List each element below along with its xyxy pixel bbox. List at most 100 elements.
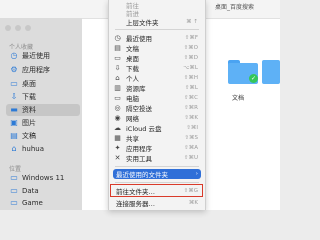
menu-item-icloud[interactable]: ☁ iCloud 云盘 ⇧⌘I [113,123,201,133]
menu-item-recent-folders[interactable]: 最近使用的文件夹 › [113,169,201,179]
menu-item-airdrop[interactable]: ◎ 隔空投送 ⇧⌘R [113,103,201,113]
menu-item-label: 文稿 [126,45,139,53]
shortcut-label: ⇧⌘R [184,105,198,111]
menu-item-label: 应用程序 [126,145,152,153]
menu-item-computer[interactable]: ▭ 电脑 ⇧⌘C [113,93,201,103]
desktop-icon: ▭ [10,79,18,88]
sidebar-item-downloads[interactable]: ⇩ 下载 [6,91,80,103]
menu-item-enclosing-folder[interactable]: 上层文件夹 ⌘ ↑ [113,17,201,27]
photo-icon: ▣ [10,118,18,127]
annotation-highlight-box [110,184,203,197]
sidebar-item-label: 图片 [22,119,36,127]
home-icon: ⌂ [115,74,120,82]
disk-icon: ▭ [10,198,18,207]
shortcut-label: ⇧⌘D [183,55,198,61]
sidebar-item-documents[interactable]: ▤ 文稿 [6,130,80,142]
sidebar-item-game[interactable]: ▭ Game [6,197,80,209]
minimize-button[interactable] [15,25,21,31]
menu-item-network[interactable]: ◉ 网络 ⇧⌘K [113,113,201,123]
sidebar-item-windows11[interactable]: ▭ Windows 11 [6,172,80,184]
menu-item-label: 最近使用的文件夹 [116,171,168,179]
computer-icon: ▭ [114,94,121,102]
sidebar-item-label: Data [22,187,39,195]
menu-item-library[interactable]: ▥ 资源库 ⇧⌘L [113,83,201,93]
menu-item-label: 资源库 [126,85,146,93]
menu-item-label: iCloud 云盘 [126,125,162,133]
disk-icon: ▭ [10,186,18,195]
shortcut-label: ⇧⌘O [183,45,198,51]
apps-icon: ⚙ [10,65,18,74]
sidebar-item-label: huhua [22,145,45,153]
partial-folder-icon[interactable] [262,60,280,84]
path-title: 桌面_百度搜索 [215,4,255,11]
menu-item-desktop[interactable]: ▭ 桌面 ⇧⌘D [113,53,201,63]
sidebar-item-label: 文稿 [22,132,36,140]
shortcut-label: ⇧⌘L [184,85,198,91]
sidebar-item-label: 下载 [22,93,36,101]
menu-item-label: 共享 [126,135,139,143]
sidebar-item-label: 桌面 [22,80,36,88]
shortcut-label: ⇧⌘S [184,135,198,141]
download-icon: ⇩ [10,92,18,101]
shortcut-label: ⇧⌘C [184,95,198,101]
sidebar-item-files[interactable]: ▬ 资料 [6,104,80,116]
shared-icon: ▦ [114,134,121,142]
menu-item-recents[interactable]: ◷ 最近使用 ⇧⌘F [113,33,201,43]
sidebar-item-label: Game [22,199,43,207]
sidebar-item-pictures[interactable]: ▣ 图片 [6,117,80,129]
menu-item-documents[interactable]: ▤ 文稿 ⇧⌘O [113,43,201,53]
menu-item-utilities[interactable]: ✕ 实用工具 ⇧⌘U [113,153,201,163]
shortcut-label: ⌘K [188,200,198,206]
menu-item-label: 最近使用 [126,35,152,43]
folder-icon[interactable]: ✓ [228,60,258,84]
checkmark-icon: ✓ [249,74,258,83]
sidebar-item-data[interactable]: ▭ Data [6,185,80,197]
menu-separator [115,182,199,183]
desktop-icon: ▭ [114,54,121,62]
shortcut-label: ⇧⌘A [184,145,198,151]
menu-item-home[interactable]: ⌂ 个人 ⇧⌘H [113,73,201,83]
network-icon: ◉ [114,114,121,122]
sidebar-item-label: 应用程序 [22,66,50,74]
close-button[interactable] [5,25,11,31]
menu-item-applications[interactable]: ✦ 应用程序 ⇧⌘A [113,143,201,153]
disk-icon: ▭ [10,173,18,182]
folder-label: 文档 [232,95,245,102]
sidebar-item-home[interactable]: ⌂ huhua [6,143,80,155]
sidebar-item-applications[interactable]: ⚙ 应用程序 [6,64,80,76]
airdrop-icon: ◎ [114,104,121,112]
menu-item-label: 实用工具 [126,155,152,163]
menu-item-label: 桌面 [126,55,139,63]
menu-separator [115,166,199,167]
menu-item-label: 下载 [126,65,139,73]
menu-item-downloads[interactable]: ⇩ 下载 ⌥⌘L [113,63,201,73]
menu-item-connect-server[interactable]: 连接服务器… ⌘K [113,198,201,208]
cloud-icon: ☁ [114,124,121,132]
sidebar-item-desktop[interactable]: ▭ 桌面 [6,78,80,90]
download-icon: ⇩ [114,64,121,72]
menu-item-label: 连接服务器… [116,200,155,208]
sidebar-item-label: 资料 [22,106,36,114]
menu-item-label: 上层文件夹 [126,19,159,27]
clock-icon: ◷ [114,34,121,42]
shortcut-label: ⇧⌘I [186,125,198,131]
shortcut-label: ⇧⌘U [183,155,198,161]
shortcut-label: ⇧⌘H [183,75,198,81]
shortcut-label: ⌥⌘L [183,65,198,71]
sidebar-item-label: 最近使用 [22,52,50,60]
menu-item-label: 电脑 [126,95,139,103]
go-menu: 前往 前进 上层文件夹 ⌘ ↑ ◷ 最近使用 ⇧⌘F ▤ 文稿 ⇧⌘O ▭ 桌面… [108,0,206,210]
menu-separator [115,29,199,30]
chevron-right-icon: › [195,171,198,177]
library-icon: ▥ [114,84,121,92]
menu-item-label: 个人 [126,75,139,83]
shortcut-label: ⌘ ↑ [186,19,198,25]
menu-item-shared[interactable]: ▦ 共享 ⇧⌘S [113,133,201,143]
clock-icon: ◷ [10,51,18,60]
folder-icon: ▬ [10,105,18,114]
shortcut-label: ⇧⌘K [184,115,198,121]
menu-item-label: 隔空投送 [126,105,152,113]
sidebar-item-recent[interactable]: ◷ 最近使用 [6,50,80,62]
sidebar-item-label: Windows 11 [22,174,65,182]
zoom-button[interactable] [25,25,31,31]
